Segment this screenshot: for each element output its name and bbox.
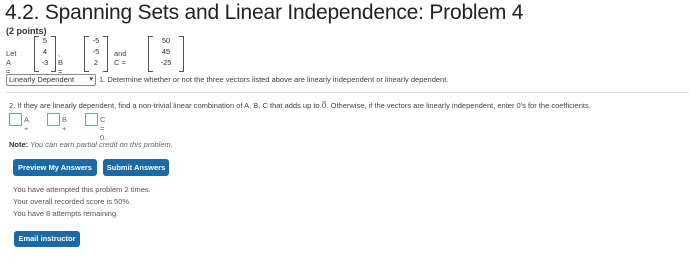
question-1-text: 1. Determine whether or not the three ve… [99,75,449,84]
remaining-status: You have 8 attempts remaining. [13,209,119,218]
and-c-label: and C = [114,49,127,67]
vector-c-entry-2: 45 [161,47,171,56]
submit-answers-button[interactable]: Submit Answers [103,159,169,176]
page-title: 4.2. Spanning Sets and Linear Independen… [5,1,524,24]
bracket-right [51,36,56,72]
vector-b-entry-3: 2 [93,58,99,67]
bracket-left [84,36,89,72]
vector-a-entry-3: -3 [41,58,49,67]
bracket-right [103,36,108,72]
coefficient-c-input[interactable] [85,113,98,126]
vector-b-entry-2: -5 [92,47,100,56]
let-a-label: Let A = [6,49,17,76]
note-text: You can earn partial credit on this prob… [30,140,173,149]
points-label: (2 points) [6,26,47,36]
question-2-text: 2. If they are linearly dependent, find … [9,101,591,110]
vector-b: -5 -5 2 [84,36,108,72]
coefficient-a-input[interactable] [9,113,22,126]
dependence-select[interactable]: Linearly Dependent ▾ [6,74,96,86]
vector-a: 5 4 -3 [34,36,56,72]
note-label: Note: [9,140,29,149]
email-instructor-button[interactable]: Email instructor [14,231,80,247]
bracket-right [179,36,184,72]
coefficient-b-input[interactable] [47,113,60,126]
vector-b-entry-1: -5 [92,36,100,45]
term-b-label: B + [62,115,68,133]
dependence-select-value: Linearly Dependent [9,75,75,84]
vector-c: 50 45 -25 [148,36,184,72]
attempts-status: You have attempted this problem 2 times. [13,185,151,194]
vector-c-entry-3: -25 [160,58,172,67]
note: Note: You can earn partial credit on thi… [9,140,173,149]
score-status: Your overall recorded score is 50%. [13,197,132,206]
divider [6,92,689,93]
term-a-label: A + [24,115,29,133]
bracket-left [34,36,39,72]
bracket-left [148,36,153,72]
vector-a-entry-2: 4 [42,47,48,56]
b-label: , B = [58,49,64,76]
vector-a-entry-1: 5 [42,36,48,45]
vector-c-entry-1: 50 [161,36,171,45]
chevron-down-icon: ▾ [89,76,93,83]
term-c-label: C = 0. [100,115,107,142]
preview-answers-button[interactable]: Preview My Answers [13,159,97,176]
